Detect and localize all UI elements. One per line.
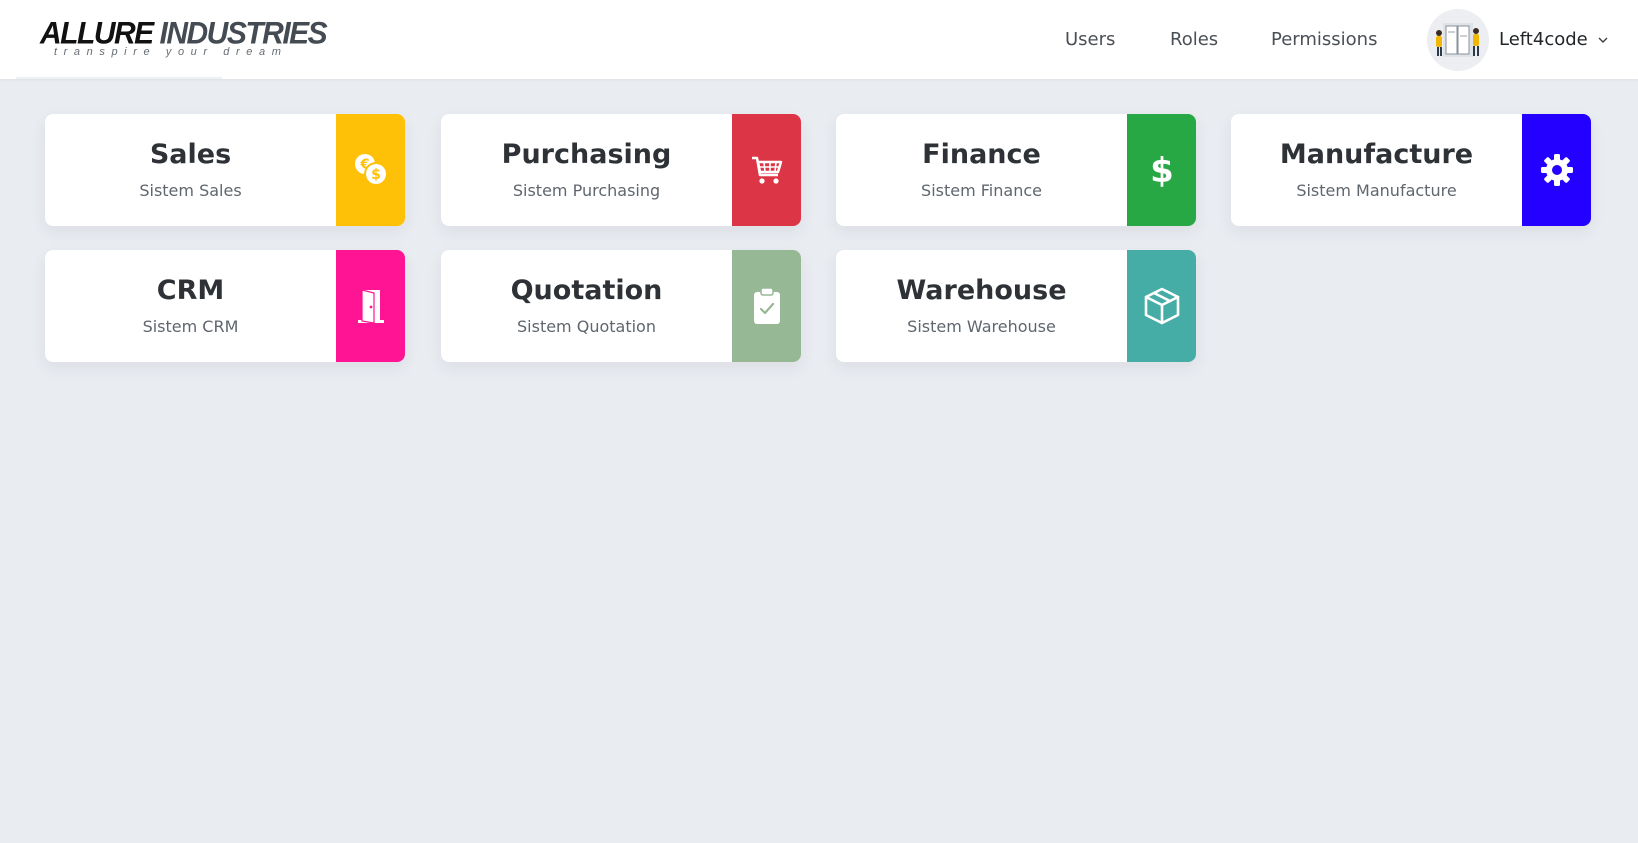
cart-icon <box>751 156 782 184</box>
nav-users-link[interactable]: Users <box>1065 27 1115 53</box>
card-icon-panel <box>1127 250 1196 362</box>
chevron-down-icon <box>1598 37 1608 43</box>
module-card-quotation[interactable]: Quotation Sistem Quotation <box>441 250 801 362</box>
card-icon-panel: € $ <box>336 114 405 226</box>
card-text: Manufacture Sistem Manufacture <box>1231 114 1522 226</box>
gear-icon <box>1540 154 1573 186</box>
card-text: Warehouse Sistem Warehouse <box>836 250 1127 362</box>
svg-text:$: $ <box>1150 151 1174 190</box>
coins-icon: € $ <box>354 154 388 186</box>
user-name: Left4code <box>1499 29 1588 50</box>
box-icon <box>1144 287 1179 325</box>
card-text: Finance Sistem Finance <box>836 114 1127 226</box>
svg-text:$: $ <box>371 167 381 183</box>
card-text: Quotation Sistem Quotation <box>441 250 732 362</box>
card-text: CRM Sistem CRM <box>45 250 336 362</box>
door-icon <box>357 289 384 324</box>
module-card-finance[interactable]: Finance Sistem Finance $ <box>836 114 1196 226</box>
card-subtitle: Sistem Manufacture <box>1296 181 1457 200</box>
card-subtitle: Sistem CRM <box>142 317 239 336</box>
card-subtitle: Sistem Finance <box>921 181 1042 200</box>
card-icon-panel <box>732 114 801 226</box>
card-subtitle: Sistem Warehouse <box>907 317 1056 336</box>
card-title: Manufacture <box>1279 139 1474 170</box>
card-subtitle: Sistem Purchasing <box>512 181 661 200</box>
logo-divider <box>16 77 222 79</box>
module-card-warehouse[interactable]: Warehouse Sistem Warehouse <box>836 250 1196 362</box>
card-icon-panel: $ <box>1127 114 1196 226</box>
card-text: Sales Sistem Sales <box>45 114 336 226</box>
card-title: Sales <box>149 139 232 170</box>
dollar-icon: $ <box>1150 151 1174 190</box>
card-title: Finance <box>922 139 1041 170</box>
module-card-manufacture[interactable]: Manufacture Sistem Manufacture <box>1231 114 1591 226</box>
card-subtitle: Sistem Quotation <box>517 317 656 336</box>
card-text: Purchasing Sistem Purchasing <box>441 114 732 226</box>
card-subtitle: Sistem Sales <box>139 181 242 200</box>
card-icon-panel <box>732 250 801 362</box>
card-icon-panel <box>336 250 405 362</box>
brand-logo[interactable]: ALLURE INDUSTRIES transpire your dream <box>40 16 328 62</box>
user-menu[interactable]: Left4code <box>1427 9 1617 71</box>
top-navbar: ALLURE INDUSTRIES transpire your dream U… <box>0 0 1638 79</box>
avatar <box>1427 9 1489 71</box>
card-icon-panel <box>1522 114 1591 226</box>
card-title: Purchasing <box>501 139 672 170</box>
card-title: CRM <box>156 275 225 306</box>
module-card-purchasing[interactable]: Purchasing Sistem Purchasing <box>441 114 801 226</box>
module-card-sales[interactable]: Sales Sistem Sales € $ <box>45 114 405 226</box>
nav-roles-link[interactable]: Roles <box>1170 27 1218 53</box>
brand-tagline: transpire your dream <box>54 46 288 58</box>
card-title: Warehouse <box>896 275 1067 306</box>
nav-permissions-link[interactable]: Permissions <box>1271 27 1377 53</box>
card-title: Quotation <box>510 275 663 306</box>
clipboard-check-icon <box>753 287 780 324</box>
module-card-crm[interactable]: CRM Sistem CRM <box>45 250 405 362</box>
